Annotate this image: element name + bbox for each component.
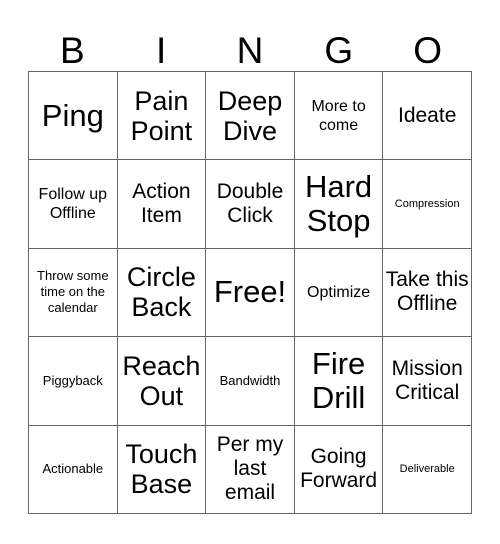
bingo-cell-label: Touch Base: [125, 439, 198, 500]
bingo-cell-label: Going Forward: [300, 445, 378, 493]
bingo-cell-label: Action Item: [132, 180, 191, 228]
bingo-cell-label: Pain Point: [130, 85, 193, 146]
bingo-cell-label: Bandwidth: [219, 372, 281, 388]
bingo-cell-label: Compression: [394, 198, 460, 211]
bingo-cell-r1c1[interactable]: Ping: [29, 72, 118, 161]
bingo-cell-label: Per my last email: [216, 433, 284, 505]
bingo-cell-r5c5[interactable]: Deliverable: [383, 425, 472, 514]
bingo-cell-label: Take this Offline: [385, 268, 469, 316]
bingo-cell-r4c5[interactable]: Mission Critical: [383, 337, 472, 426]
bingo-cell-r1c4[interactable]: More to come: [294, 72, 384, 161]
bingo-cell-r3c2[interactable]: Circle Back: [117, 248, 207, 338]
bingo-cell-label: Piggyback: [42, 372, 103, 388]
bingo-cell-r5c2[interactable]: Touch Base: [117, 425, 207, 514]
bingo-cell-label: Reach Out: [122, 350, 201, 411]
bingo-cell-label: Mission Critical: [391, 356, 463, 404]
bingo-cell-label: Optimize: [307, 283, 371, 301]
bingo-cell-r3c5[interactable]: Take this Offline: [383, 248, 472, 338]
bingo-cell-r2c3[interactable]: Double Click: [206, 160, 295, 249]
bingo-cell-label: Throw some time on the calendar: [37, 268, 109, 316]
bingo-cell-label: Deep Dive: [217, 85, 283, 146]
bingo-cell-r4c4[interactable]: Fire Drill: [294, 337, 384, 426]
bingo-header-row: B I N G O: [28, 22, 472, 70]
bingo-cell-r1c3[interactable]: Deep Dive: [206, 72, 295, 161]
bingo-cell-r4c2[interactable]: Reach Out: [117, 337, 207, 426]
bingo-cell-r2c4[interactable]: Hard Stop: [294, 160, 384, 249]
bingo-header-letter-g: G: [324, 30, 354, 71]
bingo-cell-label: Actionable: [42, 461, 104, 477]
bingo-cell-r3c1[interactable]: Throw some time on the calendar: [29, 248, 118, 338]
bingo-cell-r5c4[interactable]: Going Forward: [294, 425, 384, 514]
bingo-cell-label: Circle Back: [126, 262, 196, 323]
bingo-cell-label: Fire Drill: [311, 345, 366, 415]
bingo-cell-label: Ideate: [397, 103, 457, 127]
bingo-cell-r2c1[interactable]: Follow up Offline: [29, 160, 118, 249]
bingo-card: B I N G O Ping Pain Point Deep Dive More…: [0, 0, 500, 544]
bingo-header-letter-b: B: [60, 30, 85, 71]
bingo-free-space-label: Free!: [213, 274, 287, 310]
bingo-cell-r3c4[interactable]: Optimize: [294, 248, 384, 338]
bingo-cell-label: Ping: [41, 97, 104, 133]
bingo-cell-label: Hard Stop: [304, 169, 373, 239]
bingo-cell-label: Follow up Offline: [38, 186, 108, 223]
bingo-cell-r4c3[interactable]: Bandwidth: [206, 337, 295, 426]
bingo-cell-label: Deliverable: [399, 463, 455, 476]
bingo-cell-label: More to come: [311, 97, 366, 134]
bingo-grid: Ping Pain Point Deep Dive More to come I…: [28, 71, 472, 514]
bingo-cell-r2c5[interactable]: Compression: [383, 160, 472, 249]
bingo-cell-label: Double Click: [216, 180, 284, 228]
bingo-header-letter-o: O: [413, 30, 442, 71]
bingo-cell-r1c2[interactable]: Pain Point: [117, 72, 207, 161]
bingo-cell-r5c1[interactable]: Actionable: [29, 425, 118, 514]
bingo-header-letter-i: I: [156, 30, 167, 71]
bingo-header-letter-n: N: [236, 30, 264, 71]
bingo-cell-r1c5[interactable]: Ideate: [383, 72, 472, 161]
bingo-cell-r4c1[interactable]: Piggyback: [29, 337, 118, 426]
bingo-cell-free-space[interactable]: Free!: [206, 248, 295, 338]
bingo-cell-r2c2[interactable]: Action Item: [117, 160, 207, 249]
bingo-cell-r5c3[interactable]: Per my last email: [206, 425, 295, 514]
